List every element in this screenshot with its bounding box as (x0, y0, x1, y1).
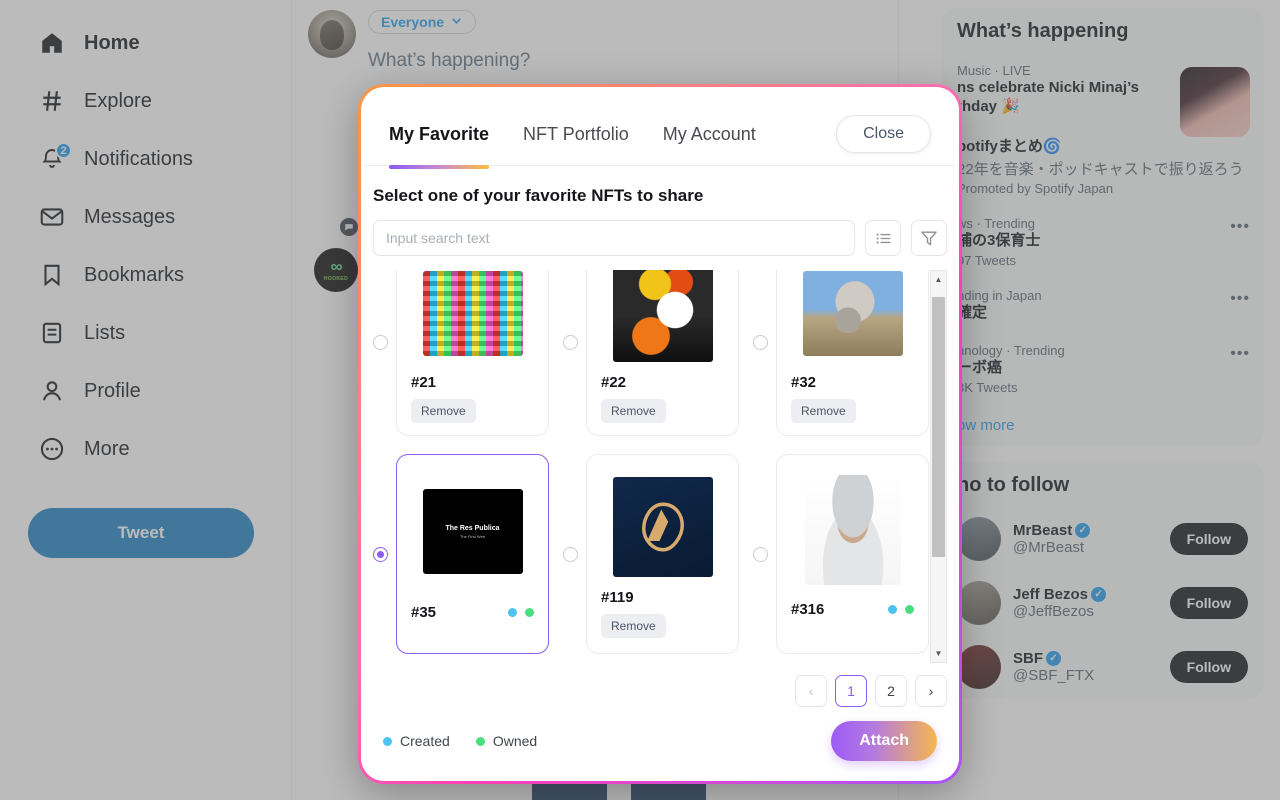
nft-badge-dots (508, 608, 534, 617)
nft-logo-glyph (641, 502, 684, 552)
nft-select-radio[interactable] (563, 546, 578, 562)
artwork-title-text: The Res Publica (445, 524, 500, 532)
nft-artwork-res-publica: The Res Publica The First Web (422, 489, 523, 574)
modal-subtitle: Select one of your favorite NFTs to shar… (373, 186, 704, 205)
nft-title-row: #32 (791, 374, 914, 391)
nft-card-selected[interactable]: The Res Publica The First Web #35 (396, 454, 549, 654)
tab-my-favorite[interactable]: My Favorite (389, 124, 490, 169)
nft-title: #119 (601, 589, 634, 606)
pagination-page-2[interactable]: 2 (875, 675, 907, 707)
nft-title: #22 (601, 373, 627, 391)
nft-artwork-cat-pumpkin (612, 270, 713, 362)
nft-title: #316 (791, 601, 825, 618)
nft-card[interactable]: #119 Remove (586, 454, 739, 654)
remove-button[interactable]: Remove (601, 614, 666, 638)
grid-vertical-scrollbar[interactable]: ▲ ▼ (930, 270, 947, 663)
scroll-down-arrow-icon[interactable]: ▼ (931, 645, 946, 662)
nft-card-cell: #32 Remove (753, 270, 929, 436)
created-dot-icon (508, 608, 517, 617)
pagination-prev[interactable]: ‹ (795, 675, 827, 707)
scroll-up-arrow-icon[interactable]: ▲ (931, 271, 946, 288)
nft-title-row: #22 (601, 374, 724, 391)
remove-button[interactable]: Remove (601, 398, 666, 423)
nft-card-cell: The Res Publica The First Web #35 (373, 454, 549, 654)
created-dot-icon (383, 736, 392, 746)
nft-title-row: #21 (411, 374, 534, 391)
list-view-icon[interactable] (865, 220, 901, 256)
remove-button[interactable]: Remove (791, 399, 856, 423)
nft-title: #35 (411, 604, 437, 621)
search-row (361, 206, 959, 256)
pagination-next[interactable]: › (915, 675, 947, 707)
scrollbar-thumb[interactable] (932, 297, 945, 557)
nft-title: #32 (791, 374, 817, 391)
nft-card-footer: #22 Remove (601, 374, 724, 423)
legend-label: Owned (492, 733, 538, 749)
close-button[interactable]: Close (836, 115, 931, 153)
search-input[interactable] (373, 220, 855, 256)
nft-card-cell: #316 (753, 454, 929, 654)
nft-card-footer: #35 (411, 604, 534, 621)
nft-grid-scroll: #21 Remove #22 Remove #32 Remove The Res… (373, 270, 929, 663)
nft-card-cell: #21 Remove (373, 270, 549, 436)
attach-button[interactable]: Attach (831, 721, 937, 761)
nft-card-cell: #22 Remove (563, 270, 739, 436)
nft-card[interactable]: #22 Remove (586, 270, 739, 436)
nft-artwork-philosopher (804, 475, 901, 585)
owned-dot-icon (475, 736, 485, 746)
nft-artwork-pixel-collage (422, 271, 523, 356)
nft-card-footer: #316 (791, 601, 914, 618)
nft-card[interactable]: #21 Remove (396, 270, 549, 436)
nft-card-grid: #21 Remove #22 Remove #32 Remove The Res… (373, 270, 929, 654)
nft-card-grid-area: #21 Remove #22 Remove #32 Remove The Res… (373, 270, 947, 663)
created-dot-icon (888, 605, 897, 614)
nft-artwork-blue-logo (612, 477, 713, 577)
tab-nft-portfolio[interactable]: NFT Portfolio (523, 124, 629, 157)
nft-title: #21 (411, 374, 437, 391)
owned-dot-icon (525, 608, 534, 617)
nft-card-footer: #32 Remove (791, 374, 914, 423)
modal-footer: Created Owned Attach (361, 707, 959, 781)
legend-item-created: Created (383, 733, 450, 749)
legend: Created Owned (383, 733, 537, 749)
nft-select-radio[interactable] (563, 334, 578, 350)
nft-share-modal: My Favorite NFT Portfolio My Account Clo… (358, 84, 962, 784)
nft-title-row: #119 (601, 589, 724, 606)
legend-label: Created (400, 733, 450, 749)
nft-title-row: #316 (791, 601, 914, 618)
funnel-filter-icon[interactable] (911, 220, 947, 256)
nft-select-radio-selected[interactable] (373, 546, 388, 562)
owned-dot-icon (905, 605, 914, 614)
nft-card[interactable]: #316 (776, 454, 929, 654)
artwork-subtitle-text: The First Web (459, 533, 486, 539)
nft-card-footer: #119 Remove (601, 589, 724, 638)
nft-card-cell: #119 Remove (563, 454, 739, 654)
nft-select-radio[interactable] (373, 334, 388, 350)
remove-button[interactable]: Remove (411, 399, 476, 423)
nft-title-row: #35 (411, 604, 534, 621)
nft-artwork-cat-field (802, 271, 903, 356)
nft-select-radio[interactable] (753, 334, 768, 350)
nft-card[interactable]: #32 Remove (776, 270, 929, 436)
modal-tabs: My Favorite NFT Portfolio My Account Clo… (361, 87, 959, 169)
nft-badge-dots (888, 605, 914, 614)
tab-my-account[interactable]: My Account (663, 124, 756, 157)
pagination-page-1[interactable]: 1 (835, 675, 867, 707)
pagination: ‹ 1 2 › (361, 663, 959, 707)
legend-item-owned: Owned (475, 733, 538, 749)
nft-card-footer: #21 Remove (411, 374, 534, 423)
nft-select-radio[interactable] (753, 546, 768, 562)
